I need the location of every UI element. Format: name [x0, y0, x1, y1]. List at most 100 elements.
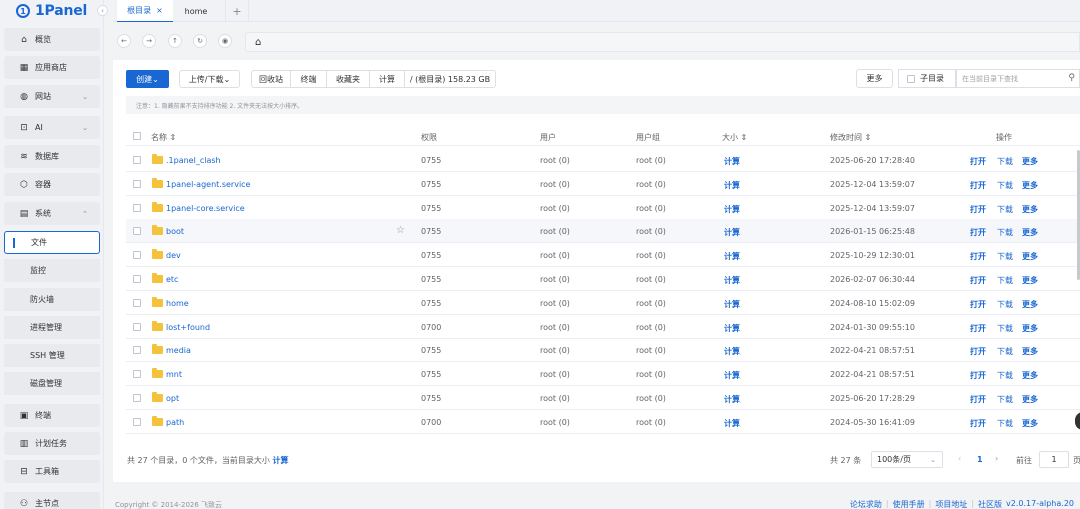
calc-size-button[interactable]: 计算: [724, 370, 740, 381]
more-actions-button[interactable]: 更多: [1022, 204, 1038, 215]
home-icon[interactable]: ⌂: [255, 37, 261, 48]
row-checkbox[interactable]: [133, 370, 141, 379]
more-actions-button[interactable]: 更多: [1022, 346, 1038, 357]
prev-page-button[interactable]: ‹: [958, 454, 961, 463]
file-name-link[interactable]: .1panel_clash: [166, 156, 221, 165]
row-checkbox[interactable]: [133, 227, 141, 236]
row-checkbox[interactable]: [133, 156, 141, 164]
open-button[interactable]: 打开: [970, 227, 986, 238]
more-actions-button[interactable]: 更多: [1022, 156, 1038, 167]
row-checkbox[interactable]: [133, 298, 141, 307]
sidebar-item-globe[interactable]: ◍ 网站 ⌄: [4, 85, 100, 108]
up-button[interactable]: ↑: [168, 34, 182, 48]
calc-size-button[interactable]: 计算: [724, 156, 740, 167]
page-size-select[interactable]: 100条/页 ⌄: [871, 451, 943, 468]
sidebar-subitem[interactable]: 进程管理: [4, 316, 100, 339]
row-checkbox[interactable]: [133, 322, 141, 331]
calculate-button[interactable]: 计算: [369, 70, 405, 88]
row-checkbox[interactable]: [133, 275, 141, 283]
sidebar-item-system[interactable]: ▤ 系统 ⌃: [4, 202, 100, 225]
group-cell[interactable]: root (0): [636, 156, 666, 165]
open-button[interactable]: 打开: [970, 370, 986, 381]
download-button[interactable]: 下载: [997, 418, 1013, 429]
table-row[interactable]: 1panel-core.service 0755 root (0) root (0) 计…: [126, 196, 1080, 220]
path-bar[interactable]: ⌂: [245, 32, 1080, 52]
select-all-checkbox[interactable]: [133, 132, 141, 140]
calc-size-button[interactable]: 计算: [724, 323, 740, 334]
sidebar-item-robot[interactable]: ⊡ AI ⌄: [4, 116, 100, 139]
open-button[interactable]: 打开: [970, 418, 986, 429]
next-page-button[interactable]: ›: [995, 454, 998, 463]
download-button[interactable]: 下载: [997, 346, 1013, 357]
project-link[interactable]: 项目地址: [935, 499, 967, 509]
col-mtime[interactable]: 修改时间 ⇕: [830, 132, 871, 143]
download-button[interactable]: 下载: [997, 227, 1013, 238]
upload-download-button[interactable]: 上传/下载 ⌄: [179, 70, 240, 88]
more-actions-button[interactable]: 更多: [1022, 180, 1038, 191]
open-button[interactable]: 打开: [970, 275, 986, 286]
back-button[interactable]: ←: [117, 34, 131, 48]
more-actions-button[interactable]: 更多: [1022, 227, 1038, 238]
sidebar-item-apps[interactable]: ▦ 应用商店: [4, 56, 100, 79]
perm-cell[interactable]: 0755: [421, 275, 441, 284]
download-button[interactable]: 下载: [997, 323, 1013, 334]
file-name-link[interactable]: etc: [166, 275, 178, 284]
file-name-link[interactable]: dev: [166, 251, 181, 260]
more-actions-button[interactable]: 更多: [1022, 299, 1038, 310]
add-tab-button[interactable]: +: [225, 0, 249, 22]
table-row[interactable]: lost+found 0700 root (0) root (0) 计算 2024-01-…: [126, 315, 1080, 339]
user-cell[interactable]: root (0): [540, 418, 570, 427]
download-button[interactable]: 下载: [997, 299, 1013, 310]
download-button[interactable]: 下载: [997, 275, 1013, 286]
file-name-link[interactable]: media: [166, 346, 191, 355]
open-button[interactable]: 打开: [970, 323, 986, 334]
row-checkbox[interactable]: [133, 179, 141, 188]
file-name-link[interactable]: opt: [166, 394, 179, 403]
more-button[interactable]: 更多: [856, 69, 893, 88]
perm-cell[interactable]: 0700: [421, 418, 441, 427]
group-cell[interactable]: root (0): [636, 227, 666, 236]
calc-size-button[interactable]: 计算: [724, 180, 740, 191]
open-button[interactable]: 打开: [970, 394, 986, 405]
more-actions-button[interactable]: 更多: [1022, 394, 1038, 405]
group-cell[interactable]: root (0): [636, 299, 666, 308]
download-button[interactable]: 下载: [997, 370, 1013, 381]
open-button[interactable]: 打开: [970, 204, 986, 215]
row-checkbox[interactable]: [133, 251, 141, 260]
user-cell[interactable]: root (0): [540, 227, 570, 236]
user-cell[interactable]: root (0): [540, 346, 570, 355]
table-row[interactable]: .1panel_clash 0755 root (0) root (0) 计算 2025-…: [126, 148, 1080, 172]
user-cell[interactable]: root (0): [540, 251, 570, 260]
table-row[interactable]: dev 0755 root (0) root (0) 计算 2025-10-29 12:3…: [126, 243, 1080, 268]
calc-size-button[interactable]: 计算: [724, 346, 740, 357]
group-cell[interactable]: root (0): [636, 275, 666, 284]
calc-size-button[interactable]: 计算: [724, 394, 740, 405]
sidebar-subitem[interactable]: SSH 管理: [4, 344, 100, 367]
group-cell[interactable]: root (0): [636, 418, 666, 427]
calc-size-link[interactable]: 计算: [272, 456, 288, 465]
more-actions-button[interactable]: 更多: [1022, 370, 1038, 381]
perm-cell[interactable]: 0755: [421, 227, 441, 236]
open-button[interactable]: 打开: [970, 346, 986, 357]
user-cell[interactable]: root (0): [540, 299, 570, 308]
col-size[interactable]: 大小 ⇕: [722, 132, 747, 143]
group-cell[interactable]: root (0): [636, 370, 666, 379]
table-row[interactable]: media 0755 root (0) root (0) 计算 2022-04-21 08…: [126, 338, 1080, 363]
sidebar-item-database[interactable]: ≋ 数据库: [4, 145, 100, 168]
user-cell[interactable]: root (0): [540, 180, 570, 189]
table-row[interactable]: mnt 0755 root (0) root (0) 计算 2022-04-21 08:5…: [126, 362, 1080, 387]
file-name-link[interactable]: boot: [166, 227, 184, 236]
sidebar-item-terminal[interactable]: ▣ 终端: [4, 404, 100, 427]
more-actions-button[interactable]: 更多: [1022, 251, 1038, 262]
sidebar-subitem[interactable]: 文件: [4, 231, 100, 254]
table-row[interactable]: 1panel-agent.service 0755 root (0) root (0)…: [126, 172, 1080, 196]
page-number[interactable]: 1: [977, 455, 983, 464]
goto-page-input[interactable]: 1: [1039, 451, 1069, 468]
open-button[interactable]: 打开: [970, 299, 986, 310]
sidebar-item-cron[interactable]: ▥ 计划任务: [4, 432, 100, 455]
file-name-link[interactable]: 1panel-core.service: [166, 204, 245, 213]
calc-size-button[interactable]: 计算: [724, 299, 740, 310]
user-cell[interactable]: root (0): [540, 370, 570, 379]
subdir-checkbox[interactable]: 子目录: [898, 69, 956, 88]
user-cell[interactable]: root (0): [540, 275, 570, 284]
